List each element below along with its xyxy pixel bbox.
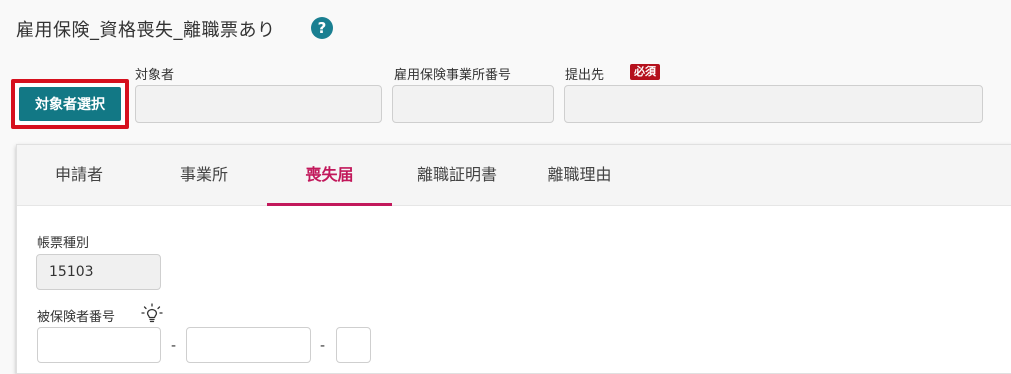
- tab-office[interactable]: 事業所: [141, 145, 267, 206]
- form-type-value: 15103: [36, 254, 161, 290]
- insured-number-part1[interactable]: [37, 327, 161, 363]
- tab-loss-notice[interactable]: 喪失届: [267, 145, 392, 206]
- submit-to-field[interactable]: [564, 85, 983, 123]
- insured-number-part3[interactable]: [336, 327, 371, 363]
- page-title: 雇用保険_資格喪失_離職票あり: [16, 20, 276, 41]
- select-button-highlight: 対象者選択: [11, 79, 129, 129]
- office-number-label: 雇用保険事業所番号: [394, 68, 512, 83]
- target-label: 対象者: [135, 68, 175, 83]
- submit-to-label: 提出先: [565, 68, 605, 83]
- tab-separation-reason[interactable]: 離職理由: [522, 145, 637, 206]
- select-target-button[interactable]: 対象者選択: [19, 87, 121, 121]
- tab-separation-certificate[interactable]: 離職証明書: [392, 145, 522, 206]
- insured-number-part2[interactable]: [186, 327, 311, 363]
- form-card: 申請者 事業所 喪失届 離職証明書 離職理由: [16, 144, 1011, 374]
- separator-dash: -: [320, 338, 326, 354]
- target-field[interactable]: [135, 85, 382, 123]
- required-badge: 必須: [630, 64, 660, 80]
- tab-bar: 申請者 事業所 喪失届 離職証明書 離職理由: [17, 145, 1011, 206]
- help-icon[interactable]: ?: [311, 17, 333, 39]
- form-type-label: 帳票種別: [37, 236, 90, 251]
- office-number-field[interactable]: [392, 85, 554, 123]
- tab-applicant[interactable]: 申請者: [17, 145, 141, 206]
- insured-number-label: 被保険者番号: [37, 310, 116, 325]
- separator-dash: -: [171, 338, 177, 354]
- lightbulb-icon[interactable]: [141, 303, 163, 325]
